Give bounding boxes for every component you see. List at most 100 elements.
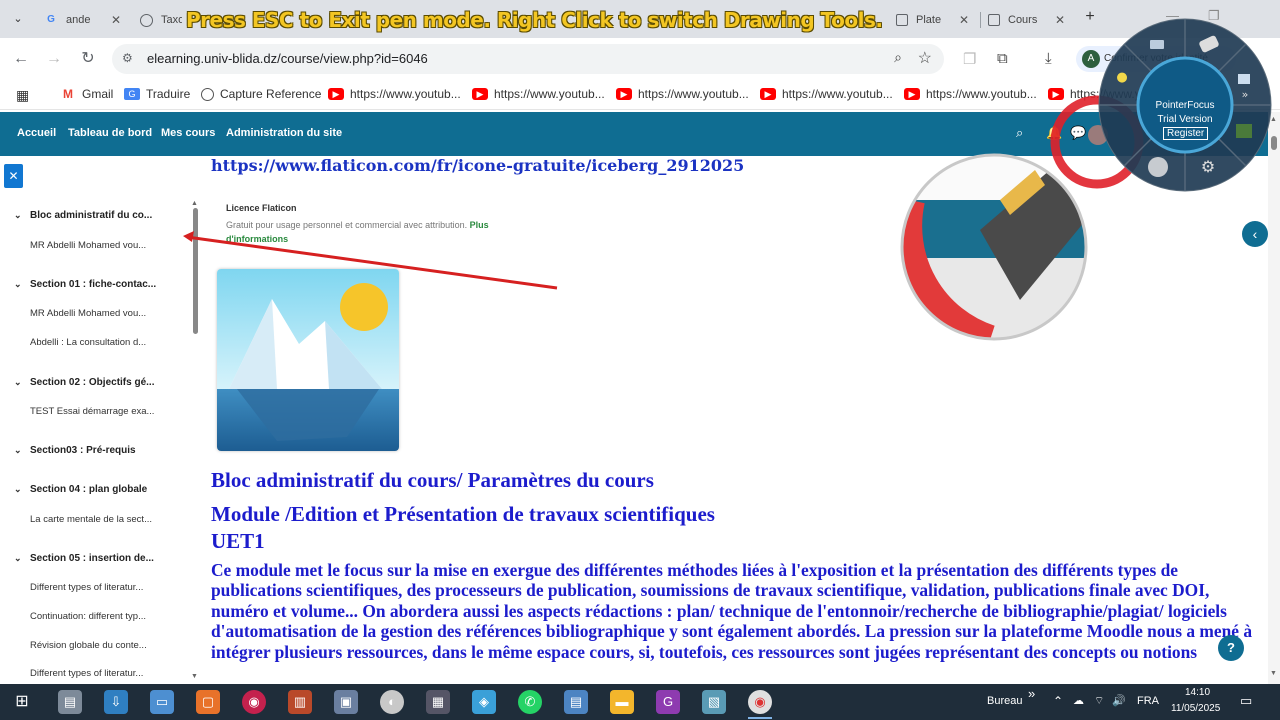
reload-icon[interactable]: ↻ [77,48,99,70]
course-index-item[interactable]: TEST Essai démarrage exa... [30,406,154,417]
clock-date[interactable]: 11/05/2025 [1171,703,1220,714]
bookmark-gmail[interactable]: M Gmail [60,87,113,101]
bookmark-youtube-2[interactable]: ▶ https://www.youtub... [472,87,605,101]
licence-title: Licence Flaticon [226,203,297,213]
minimize-icon[interactable]: — [1166,8,1179,23]
open-block-drawer-button[interactable]: ‹ [1242,221,1268,247]
app-icon-1[interactable]: ▤ [58,690,82,714]
url-text[interactable]: elearning.univ-blida.dz/course/view.php?… [147,51,428,66]
bookmark-youtube-3[interactable]: ▶ https://www.youtub... [616,87,749,101]
profile-button[interactable]: A Confirmer votre identité [1076,46,1236,72]
course-index-scrollbar[interactable] [193,208,198,334]
language-indicator[interactable]: FRA [1137,695,1159,707]
course-index-section[interactable]: ⌄ Section 05 : insertion de... [14,553,154,564]
app-icon-5[interactable]: ◉ [242,690,266,714]
course-index-section[interactable]: ⌄ Section 01 : fiche-contac... [14,279,156,290]
bookmark-youtube-4[interactable]: ▶ https://www.youtub... [760,87,893,101]
chevron-down-icon: ⌄ [14,553,22,563]
forward-arrow-icon[interactable]: → [43,48,65,70]
cloud-icon[interactable]: ☁ [1073,694,1084,707]
toolbar-chevron[interactable]: » [1028,686,1035,701]
scroll-up-arrow-icon[interactable]: ▲ [1270,116,1277,123]
pointerfocus-register-button[interactable]: Register [1163,127,1209,140]
page-scrollbar[interactable]: ▲ ▼ [1268,112,1280,684]
wifi-icon[interactable]: ⌔ [1094,694,1104,708]
volume-icon[interactable]: 🔊 [1112,694,1126,707]
help-button[interactable]: ? [1218,635,1244,661]
course-index-section[interactable]: ⌄ Section 02 : Objectifs gé... [14,377,154,388]
active-app-indicator [748,717,772,719]
bookmark-youtube-5[interactable]: ▶ https://www.youtub... [904,87,1037,101]
extensions-icon[interactable]: ⧉ [997,50,1008,67]
app-icon-2[interactable]: ⇩ [104,690,128,714]
tray-overflow-icon[interactable]: ⌃ [1053,694,1063,708]
close-icon[interactable]: ✕ [108,13,124,27]
course-index-item[interactable]: Continuation: different typ... [30,611,146,622]
bookmark-star-icon[interactable]: ☆ [918,48,932,68]
scroll-down-arrow-icon[interactable]: ▼ [191,673,198,680]
course-index-item[interactable]: MR Abdelli Mohamed vou... [30,308,146,319]
scrollbar-thumb[interactable] [1271,136,1277,150]
course-index-section[interactable]: ⌄ Section 04 : plan globale [14,484,147,495]
course-index-item[interactable]: Abdelli : La consultation d... [30,337,146,348]
course-index-item[interactable]: MR Abdelli Mohamed vou... [30,240,146,251]
nav-accueil[interactable]: Accueil [17,127,56,139]
bookmark-traduire[interactable]: G Traduire [124,87,190,101]
desktop-label[interactable]: Bureau [987,695,1022,707]
clock-time[interactable]: 14:10 [1185,687,1210,698]
tab-taxo[interactable]: Taxo [134,6,188,34]
maximize-icon[interactable]: ❐ [1208,8,1220,24]
nav-mes-cours[interactable]: Mes cours [161,127,215,139]
bookmark-capture-reference[interactable]: Capture Reference [201,87,321,101]
tab-copy-icon[interactable]: ❐ [963,50,976,68]
course-index-item[interactable]: Different types of literatur... [30,582,143,593]
app-icon-3[interactable]: ▭ [150,690,174,714]
new-tab-button[interactable]: + [1080,8,1100,30]
close-drawer-button[interactable]: ✕ [4,164,23,188]
course-index-section[interactable]: ⌄ Section03 : Pré-requis [14,445,136,456]
chrome-icon[interactable]: ◉ [748,690,772,714]
address-bar[interactable]: ⚙ elearning.univ-blida.dz/course/view.ph… [112,44,944,74]
app-icon-7[interactable]: ▣ [334,690,358,714]
whatsapp-icon[interactable]: ✆ [518,690,542,714]
search-icon[interactable]: ⌕ [1016,125,1023,141]
download-icon[interactable]: ⤓ [1045,50,1052,67]
zoom-icon[interactable]: ⌕ [894,49,902,66]
app-icon-9[interactable]: ▦ [426,690,450,714]
nav-tableau-de-bord[interactable]: Tableau de bord [68,127,152,139]
tab-cours[interactable]: Cours ✕ [982,6,1074,34]
iceberg-icon [217,269,399,451]
course-index-section[interactable]: ⌄ Bloc administratif du co... [14,210,152,221]
site-info-icon[interactable]: ⚙ [122,51,133,65]
app-icon-11[interactable]: ▤ [564,690,588,714]
bell-icon[interactable]: 🔔 [1046,125,1062,141]
course-index-item[interactable]: Different types of literatur... [30,668,143,679]
notifications-icon[interactable]: ▭ [1240,693,1252,709]
bookmark-youtube-6[interactable]: ▶ https://www.youtub... [1048,87,1181,101]
course-index-item[interactable]: La carte mentale de la sect... [30,514,152,525]
app-icon-12[interactable]: G [656,690,680,714]
scroll-down-arrow-icon[interactable]: ▼ [1270,670,1277,677]
app-icon-8[interactable]: ◐ [380,690,404,714]
app-icon-4[interactable]: ▢ [196,690,220,714]
tab-ande[interactable]: G ande ✕ [38,6,130,34]
tab-title: ande [66,14,91,26]
section-title: Bloc administratif du co... [30,210,153,221]
tab-plate[interactable]: Plate ✕ [890,6,978,34]
app-icon-10[interactable]: ◈ [472,690,496,714]
app-icon-6[interactable]: ▥ [288,690,312,714]
app-icon-13[interactable]: ▧ [702,690,726,714]
course-index-item[interactable]: Révision globale du conte... [30,640,147,651]
close-icon[interactable]: ✕ [1052,13,1068,27]
apps-grid-icon[interactable]: ▦ [16,87,29,104]
flaticon-link[interactable]: https://www.flaticon.com/fr/icone-gratui… [211,156,744,175]
tab-search-chevron-icon[interactable]: ⌄ [6,8,30,30]
bookmark-youtube-1[interactable]: ▶ https://www.youtub... [328,87,461,101]
message-icon[interactable]: 💬 [1070,125,1086,141]
nav-administration[interactable]: Administration du site [226,127,342,139]
windows-start-icon[interactable]: ⊞ [10,690,34,714]
close-icon[interactable]: ✕ [956,13,972,27]
back-arrow-icon[interactable]: ← [10,48,32,70]
scroll-up-arrow-icon[interactable]: ▲ [191,200,198,207]
file-explorer-icon[interactable]: ▬ [610,690,634,714]
